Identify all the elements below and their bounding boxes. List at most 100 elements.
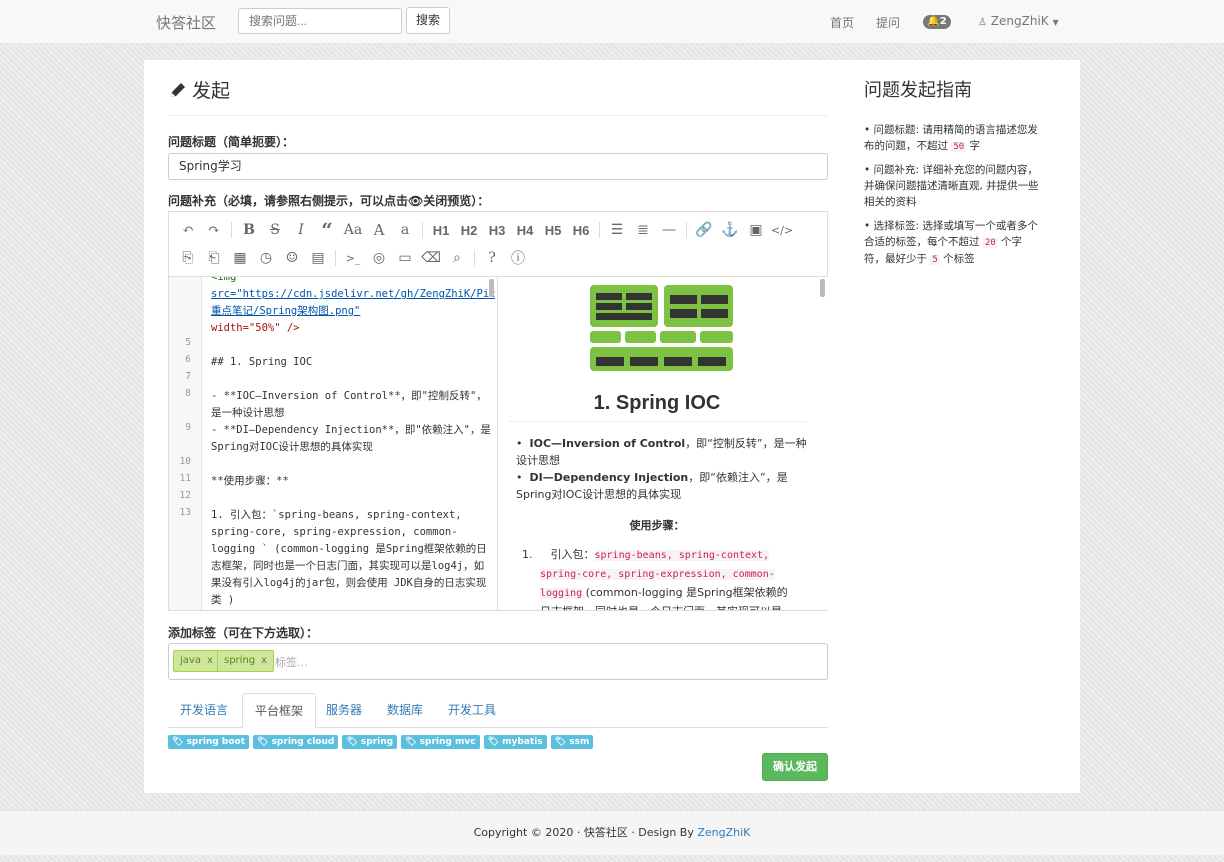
strikethrough-icon[interactable]: S bbox=[262, 219, 288, 241]
footer: Copyright © 2020 · 快答社区 · Design By Zeng… bbox=[0, 810, 1224, 855]
line-number: 11 bbox=[179, 473, 191, 484]
h5-icon[interactable]: H5 bbox=[539, 219, 567, 241]
eraser-icon[interactable]: ⌫ bbox=[418, 247, 444, 269]
code-icon[interactable]: </> bbox=[769, 219, 795, 241]
desktop-icon[interactable]: ▭ bbox=[392, 247, 418, 269]
link-icon[interactable]: 🔗 bbox=[691, 219, 717, 241]
preview-step-prefix: 引入包： bbox=[550, 548, 595, 561]
help-icon[interactable]: ? bbox=[479, 247, 505, 269]
spring-architecture-diagram bbox=[590, 285, 733, 371]
search-input[interactable] bbox=[238, 8, 402, 34]
info-icon[interactable]: ⓘ bbox=[505, 247, 531, 269]
tag-option[interactable]: 🏷 mybatis bbox=[483, 735, 547, 749]
navbar: 快答社区 搜索 首页 提问 🔔2 ♙ ZengZhiK ▼ bbox=[0, 0, 1224, 44]
table-icon[interactable]: ▦ bbox=[227, 247, 253, 269]
line-number: 13 bbox=[179, 507, 191, 518]
list-ol-icon[interactable]: ≣ bbox=[630, 219, 656, 241]
guide-title: 问题发起指南 bbox=[864, 80, 972, 101]
tab-framework[interactable]: 平台框架 bbox=[242, 693, 317, 728]
quote-icon[interactable]: “ bbox=[314, 218, 340, 242]
h6-icon[interactable]: H6 bbox=[567, 219, 595, 241]
preformatted-icon[interactable]: ⎗ bbox=[201, 247, 227, 269]
nav-ask[interactable]: 提问 bbox=[876, 14, 900, 31]
user-menu[interactable]: ♙ ZengZhiK ▼ bbox=[978, 14, 1059, 28]
author-link[interactable]: ZengZhiK bbox=[697, 826, 750, 839]
tag-option[interactable]: 🏷 spring cloud bbox=[253, 735, 339, 749]
tab-server[interactable]: 服务器 bbox=[314, 693, 374, 727]
markdown-editor[interactable]: ↶ ↷ B S I “ Aa A a H1 H2 H3 H4 H5 H6 ☰ ≣ bbox=[168, 211, 828, 611]
tag-option[interactable]: 🏷 spring mvc bbox=[401, 735, 480, 749]
tab-devtools[interactable]: 开发工具 bbox=[436, 693, 508, 727]
tag-icon: 🏷 bbox=[172, 737, 184, 747]
preview-bullet: • DI—Dependency Injection，即“依赖注入”，是Sprin… bbox=[516, 471, 788, 501]
tab-language[interactable]: 开发语言 bbox=[168, 693, 240, 727]
code-scrollbar[interactable] bbox=[489, 279, 494, 297]
nav-home[interactable]: 首页 bbox=[830, 14, 854, 31]
tag-placeholder[interactable]: 标签... bbox=[275, 654, 308, 670]
tag-icon: 🏷 bbox=[346, 737, 358, 747]
code-editor-pane[interactable]: 4 <img src="https://cdn.jsdelivr.net/gh/… bbox=[169, 277, 495, 610]
image-icon[interactable]: ▣ bbox=[743, 219, 769, 241]
italic-icon[interactable]: I bbox=[288, 219, 314, 241]
remove-tag-icon[interactable]: x bbox=[207, 655, 213, 666]
tag-category-tabs: 开发语言 平台框架 服务器 数据库 开发工具 bbox=[168, 693, 828, 728]
code-block-icon[interactable]: ⎘ bbox=[175, 247, 201, 269]
emoji-icon[interactable]: ☺ bbox=[279, 247, 305, 269]
bold-icon[interactable]: B bbox=[236, 219, 262, 241]
line-number: 5 bbox=[185, 337, 191, 348]
lowercase-icon[interactable]: a bbox=[392, 219, 418, 241]
username: ZengZhiK bbox=[990, 14, 1049, 28]
tag-option[interactable]: 🏷 spring boot bbox=[168, 735, 249, 749]
bell-icon: 🔔 bbox=[927, 16, 940, 27]
toolbar-divider bbox=[422, 222, 423, 238]
h1-icon[interactable]: H1 bbox=[427, 219, 455, 241]
guide-item-title: • 问题标题: 请用精简的语言描述您发布的问题，不超过 50 字 bbox=[864, 124, 1038, 152]
line-number: 6 bbox=[185, 354, 191, 365]
tab-database[interactable]: 数据库 bbox=[375, 693, 435, 727]
main-panel: 发起 问题标题（简单扼要）： Spring学习 问题补充（必填，请参照右侧提示，… bbox=[144, 60, 1080, 793]
tag-option[interactable]: 🏷 ssm bbox=[550, 735, 594, 749]
h2-icon[interactable]: H2 bbox=[455, 219, 483, 241]
submit-button[interactable]: 确认发起 bbox=[762, 753, 828, 781]
guide-limit: 5 bbox=[930, 255, 940, 265]
selected-tag-chip: java x bbox=[173, 650, 220, 672]
brand[interactable]: 快答社区 bbox=[156, 12, 216, 33]
remove-tag-icon[interactable]: x bbox=[261, 655, 267, 666]
eye-slash-icon[interactable]: ◎ bbox=[366, 247, 392, 269]
uppercase-icon[interactable]: A bbox=[366, 219, 392, 241]
notification-count: 2 bbox=[939, 16, 947, 27]
tag-icon: 🏷 bbox=[405, 737, 417, 747]
line-number: 10 bbox=[179, 456, 191, 467]
ucwords-icon[interactable]: Aa bbox=[340, 219, 366, 241]
datetime-icon[interactable]: ◷ bbox=[253, 247, 279, 269]
selected-tag-text: spring bbox=[224, 655, 256, 666]
tag-input[interactable]: java x spring x 标签... bbox=[168, 643, 828, 680]
preview-bullet: • IOC—Inversion of Control，即“控制反转”，是一种设计… bbox=[516, 437, 807, 467]
line-number: 9 bbox=[185, 422, 191, 433]
redo-icon[interactable]: ↷ bbox=[201, 219, 227, 241]
search-button[interactable]: 搜索 bbox=[406, 7, 450, 34]
description-label: 问题补充（必填，请参照右侧提示，可以点击👁关闭预览）： bbox=[168, 194, 490, 208]
anchor-icon[interactable]: ⚓ bbox=[717, 219, 743, 241]
code-line: src="https://cdn.jsdelivr.net/gh/ZengZhi… bbox=[211, 288, 495, 317]
guide-item-tags: • 选择标签: 选择或填写一个或者多个合适的标签，每个不超过 20 个字符，最好… bbox=[864, 220, 1038, 265]
guide-limit: 20 bbox=[982, 238, 998, 248]
h3-icon[interactable]: H3 bbox=[483, 219, 511, 241]
notification-badge[interactable]: 🔔2 bbox=[923, 15, 951, 29]
tag-option[interactable]: 🏷 spring bbox=[342, 735, 398, 749]
undo-icon[interactable]: ↶ bbox=[175, 219, 201, 241]
html-entities-icon[interactable]: ▤ bbox=[305, 247, 331, 269]
tags-label: 添加标签（可在下方选取）： bbox=[168, 626, 319, 640]
code-line: ## 1. Spring IOC bbox=[211, 356, 313, 368]
preview-steps-title: 使用步骤： bbox=[629, 519, 685, 532]
search-icon[interactable]: ⌕ bbox=[444, 247, 470, 269]
preview-scrollbar[interactable] bbox=[820, 279, 825, 297]
code-line: 1. 引入包：`spring-beans, spring-context, sp… bbox=[211, 509, 487, 606]
hr-icon[interactable]: — bbox=[656, 219, 682, 241]
preview-bullet-bold: DI—Dependency Injection bbox=[529, 471, 689, 484]
terminal-icon[interactable]: >_ bbox=[340, 247, 366, 269]
h4-icon[interactable]: H4 bbox=[511, 219, 539, 241]
page-title: 发起 bbox=[168, 76, 230, 103]
title-input[interactable]: Spring学习 bbox=[168, 153, 828, 180]
list-ul-icon[interactable]: ☰ bbox=[604, 219, 630, 241]
